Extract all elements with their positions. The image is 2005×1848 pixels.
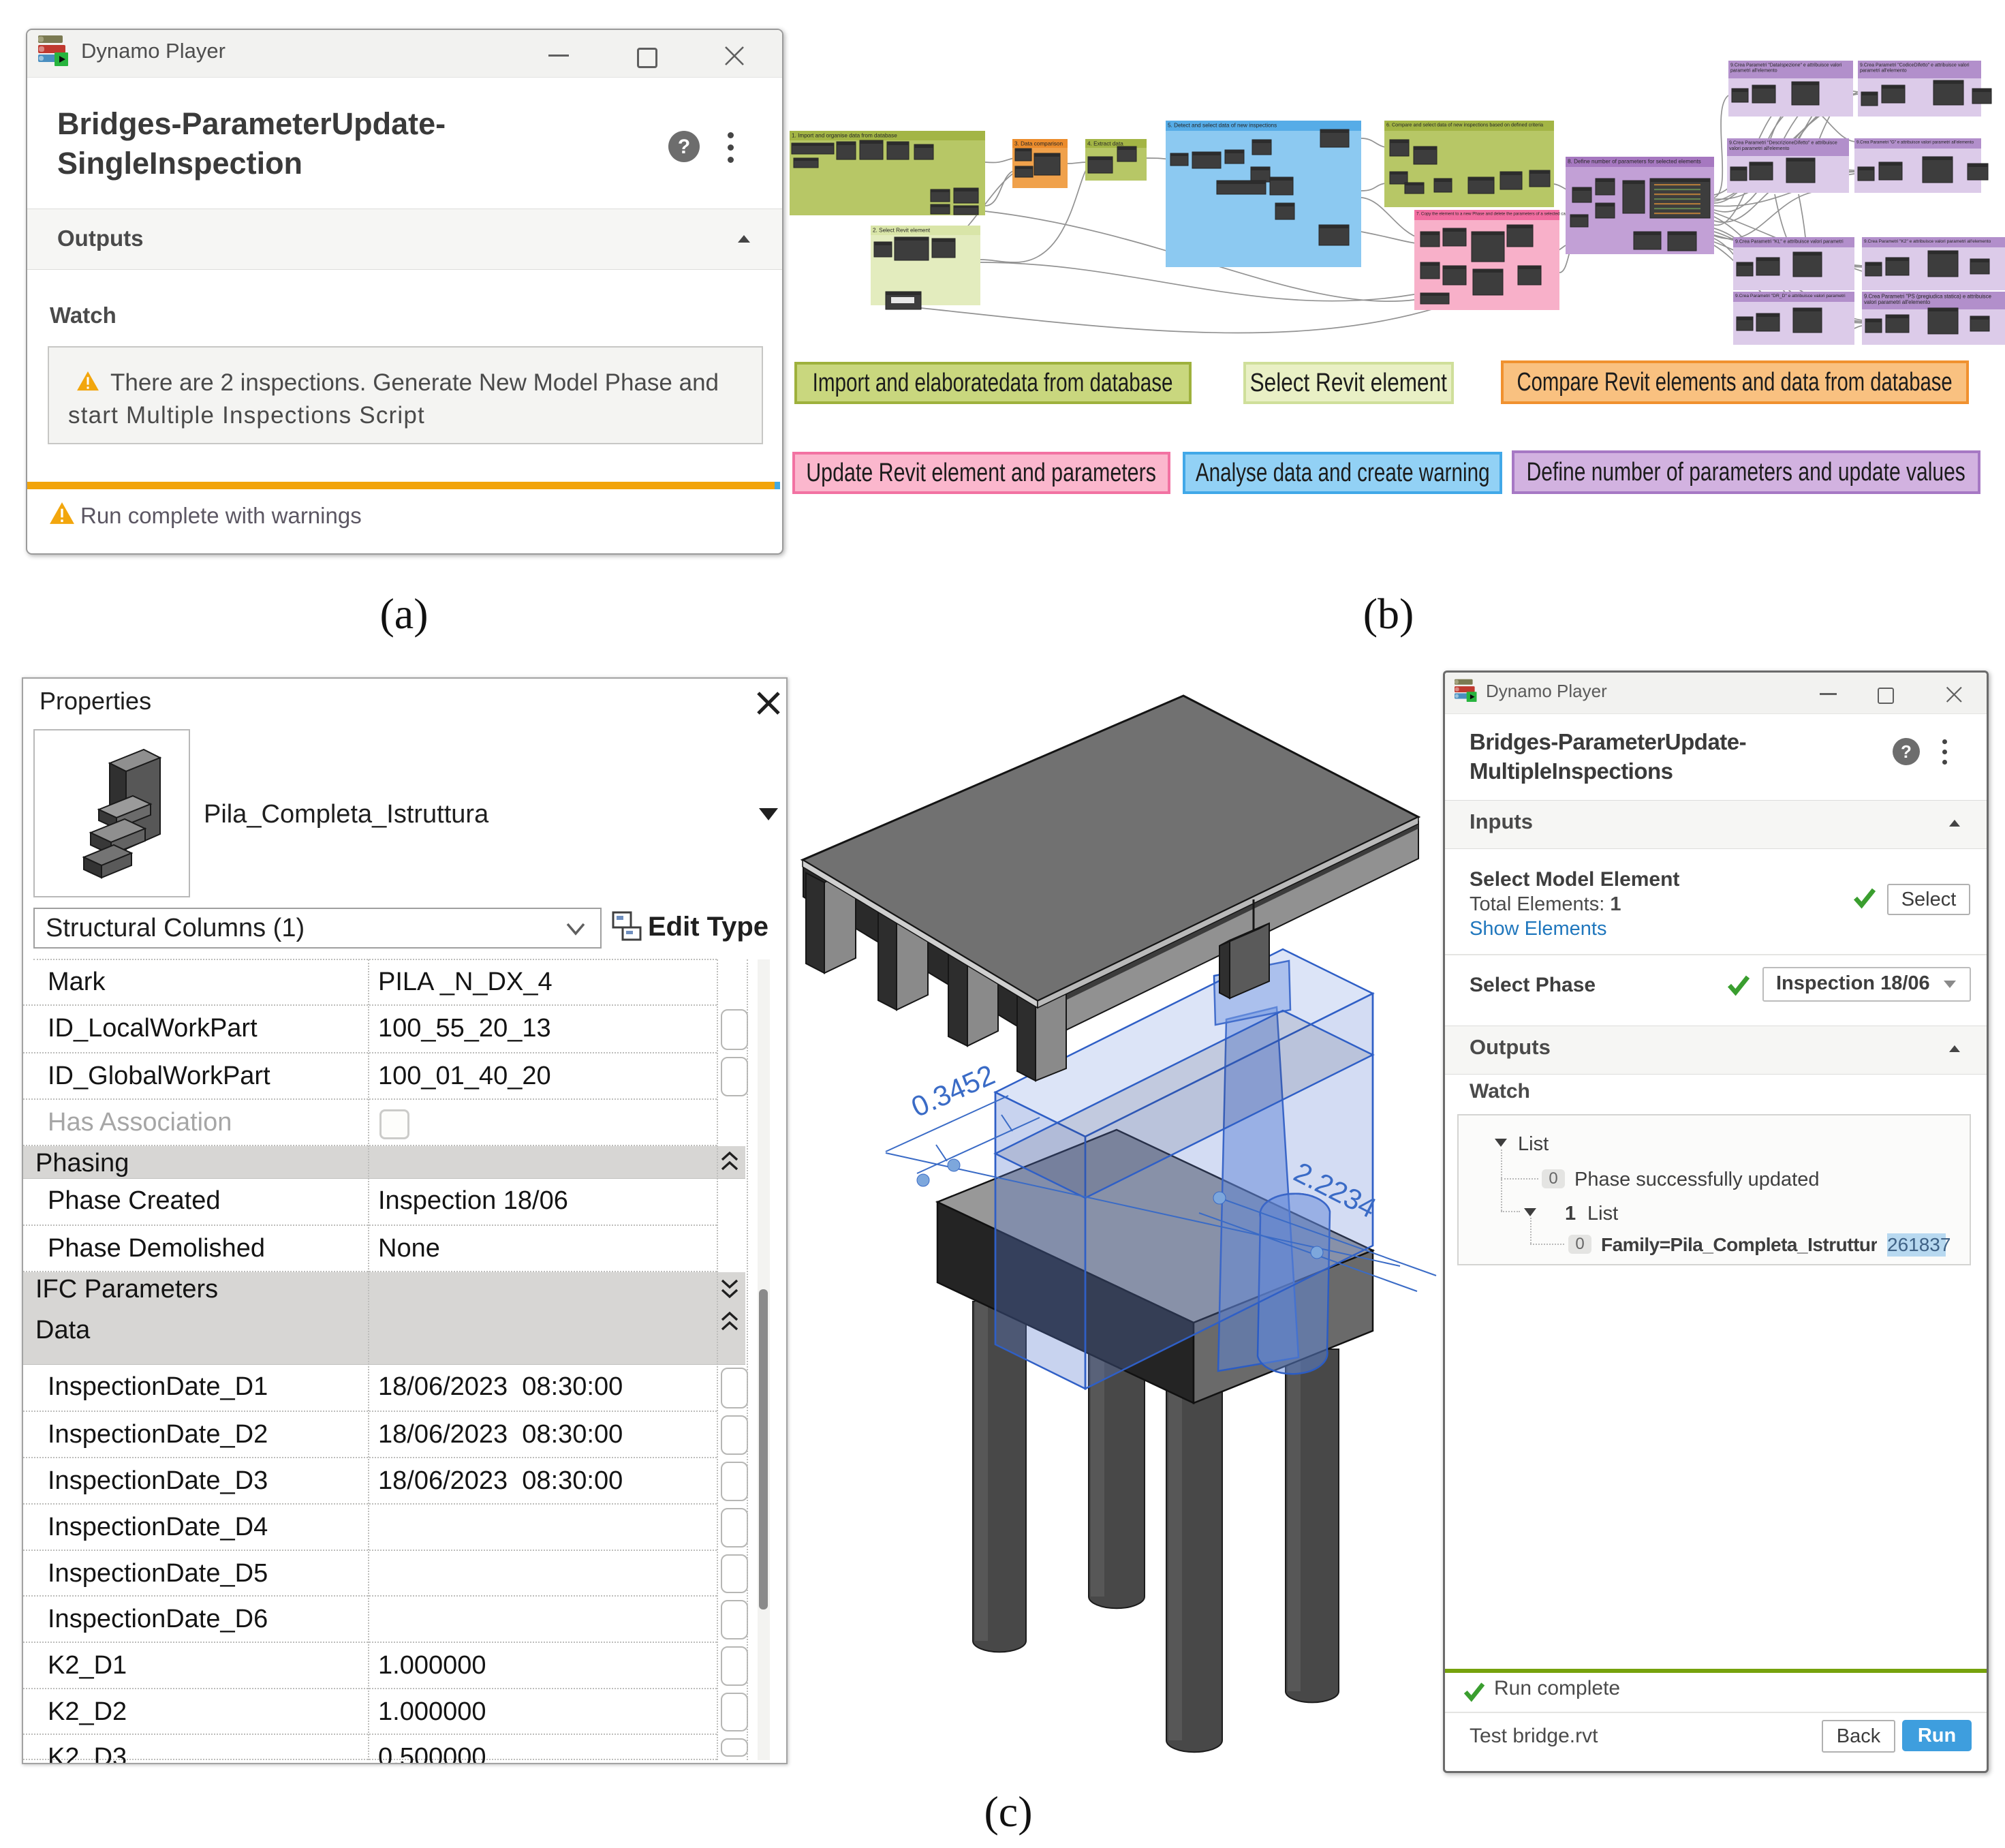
svg-text:1. Import and organise data fr: 1. Import and organise data from databas… <box>792 133 897 139</box>
svg-text:9.Crea Parametri "PS (pregiudi: 9.Crea Parametri "PS (pregiudica statica… <box>1864 293 1991 299</box>
svg-text:parametri all'elemento: parametri all'elemento <box>1730 69 1777 74</box>
svg-text:9.Crea Parametri "CodiceDifett: 9.Crea Parametri "CodiceDifetto" e attri… <box>1860 63 1970 68</box>
svg-text:valori parametri all'elemento: valori parametri all'elemento <box>1864 299 1931 305</box>
svg-text:9.Crea Parametri "K2" e attrib: 9.Crea Parametri "K2" e attribuisce valo… <box>1864 239 1991 244</box>
svg-text:5. Detect and select data of n: 5. Detect and select data of new inspect… <box>1168 123 1277 129</box>
svg-text:9.Crea Parametri "DescrizioneD: 9.Crea Parametri "DescrizioneDifetto" e … <box>1729 140 1837 146</box>
svg-text:9.Crea Parametri "KL" e attrib: 9.Crea Parametri "KL" e attribuisce valo… <box>1735 240 1844 245</box>
svg-text:parametri all'elemento: parametri all'elemento <box>1860 68 1907 73</box>
svg-text:9.Crea Parametri "G" e attribu: 9.Crea Parametri "G" e attribuisce valor… <box>1856 140 1974 145</box>
svg-text:valori parametri all'elemento: valori parametri all'elemento <box>1729 146 1790 151</box>
svg-text:0.3452: 0.3452 <box>907 1058 999 1123</box>
svg-text:3. Data comparison: 3. Data comparison <box>1014 141 1063 147</box>
svg-text:9.Crea Parametri "DR_D" e attr: 9.Crea Parametri "DR_D" e attribuisce va… <box>1735 294 1846 298</box>
svg-text:8. Define number of parameters: 8. Define number of parameters for selec… <box>1568 159 1701 165</box>
svg-text:9.Crea Parametri "DataIspezion: 9.Crea Parametri "DataIspezione" e attri… <box>1730 63 1842 68</box>
svg-text:6. Compare and select data of: 6. Compare and select data of new inspec… <box>1386 122 1543 128</box>
svg-text:2. Select Revit element: 2. Select Revit element <box>873 228 931 234</box>
svg-text:4. Extract data: 4. Extract data <box>1087 141 1123 147</box>
svg-text:7. Copy the element to a new P: 7. Copy the element to a new Phase and d… <box>1416 212 1578 217</box>
